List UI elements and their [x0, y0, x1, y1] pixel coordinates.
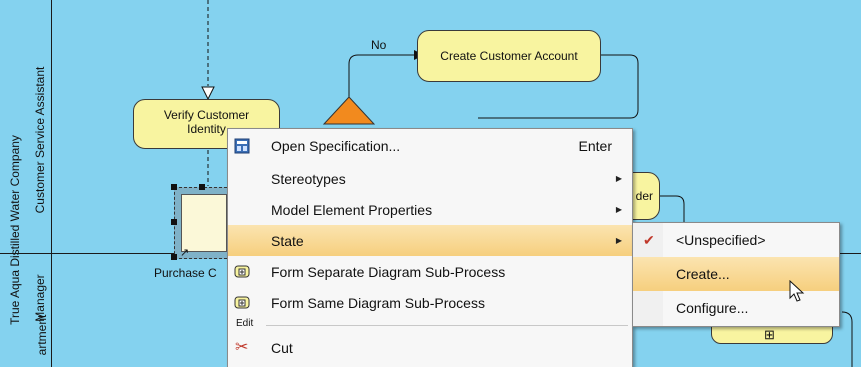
menu-item-label: Stereotypes: [271, 170, 346, 187]
menu-item-label: Cut: [271, 339, 293, 356]
task-create-customer-account[interactable]: Create Customer Account: [417, 30, 601, 82]
menu-item-label: State: [271, 232, 304, 249]
diagram-canvas[interactable]: True Aqua Distilled Water Company Custom…: [0, 0, 861, 367]
submenu-item-create[interactable]: Create...: [633, 257, 839, 291]
selection-handle[interactable]: [171, 184, 177, 190]
collapsed-subprocess-icon: ⊞: [764, 327, 775, 342]
scissors-icon: ✂: [235, 339, 249, 356]
subprocess-icon: [234, 296, 250, 309]
menu-item-form-same-diagram-sub-process[interactable]: Form Same Diagram Sub-Process: [228, 287, 632, 318]
submenu-item-unspecified[interactable]: ✔ <Unspecified>: [633, 223, 839, 257]
data-object-label: Purchase C: [154, 266, 217, 280]
menu-item-label: Form Separate Diagram Sub-Process: [271, 263, 506, 280]
submenu-item-label: Create...: [676, 266, 730, 282]
submenu-arrow-icon: ▶: [615, 205, 622, 214]
submenu-arrow-icon: ▶: [615, 236, 622, 245]
task-create-customer-account-label: Create Customer Account: [440, 49, 578, 63]
submenu-arrow-icon: ▶: [615, 174, 622, 183]
selection-handle[interactable]: [171, 219, 177, 225]
check-icon: ✔: [643, 231, 655, 248]
menu-item-stereotypes[interactable]: Stereotypes ▶: [228, 163, 632, 194]
task-partial-right-label: der: [635, 189, 653, 203]
submenu-item-label: Configure...: [676, 300, 749, 316]
menu-section-label: Edit: [236, 318, 256, 329]
menu-section-edit: Edit: [228, 318, 632, 332]
menu-separator: [266, 325, 628, 326]
menu-item-cut[interactable]: ✂ Cut: [228, 332, 632, 363]
submenu-item-configure[interactable]: Configure...: [633, 291, 839, 325]
menu-item-state[interactable]: State ▶: [228, 225, 632, 256]
no-label: No: [371, 38, 387, 52]
menu-item-open-specification[interactable]: Open Specification... Enter: [228, 129, 632, 163]
specification-icon: [234, 138, 250, 154]
menu-item-accelerator: Enter: [578, 138, 612, 154]
data-object-shape: [181, 194, 227, 252]
menu-item-label: Form Same Diagram Sub-Process: [271, 294, 485, 311]
context-menu: Open Specification... Enter Stereotypes …: [227, 128, 633, 367]
subprocess-icon: [234, 265, 250, 278]
submenu-item-label: <Unspecified>: [676, 232, 766, 248]
menu-item-form-separate-diagram-sub-process[interactable]: Form Separate Diagram Sub-Process: [228, 256, 632, 287]
resize-arrow-icon: ↗: [180, 247, 190, 259]
menu-item-label: Open Specification...: [271, 138, 401, 154]
selection-handle[interactable]: [199, 184, 205, 190]
menu-item-model-element-properties[interactable]: Model Element Properties ▶: [228, 194, 632, 225]
mouse-cursor-icon: [789, 280, 805, 302]
selection-handle[interactable]: [171, 254, 177, 260]
state-submenu: ✔ <Unspecified> Create... Configure...: [632, 222, 840, 327]
menu-item-label: Model Element Properties: [271, 201, 433, 218]
